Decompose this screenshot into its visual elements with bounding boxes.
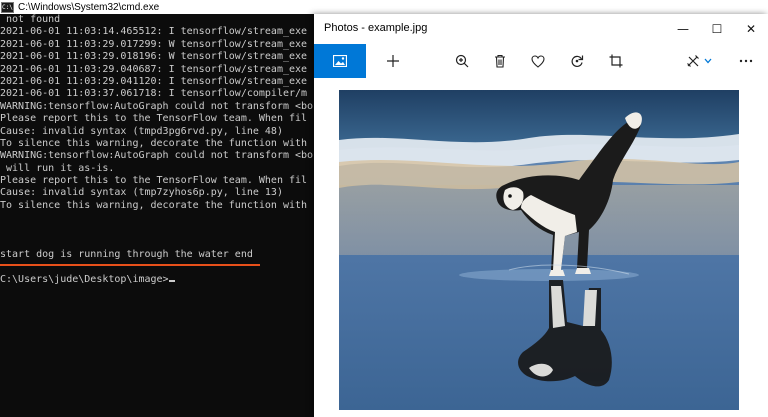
caption-underline [0,264,260,266]
delete-button[interactable] [482,44,518,78]
console-line: WARNING:tensorflow:AutoGraph could not t… [0,150,314,162]
rotate-icon [571,55,584,67]
heart-icon [531,54,545,68]
photos-titlebar[interactable]: Photos - example.jpg — ☐ ✕ [314,14,768,44]
photos-window-title: Photos - example.jpg [324,22,428,34]
more-icon [739,59,753,63]
add-button[interactable] [375,44,411,78]
console-line: WARNING:tensorflow:AutoGraph could not t… [0,100,314,112]
minimize-button[interactable]: — [666,14,700,44]
command-prompt: C:\Users\jude\Desktop\image> [0,274,169,286]
photo-image [339,90,739,410]
console-line: Please report this to the TensorFlow tea… [0,175,308,187]
rotate-button[interactable] [559,44,595,78]
more-options-button[interactable] [728,44,764,78]
console-line: 2021-06-01 11:03:37.061718: I tensorflow… [0,88,308,100]
console-line: Please report this to the TensorFlow tea… [0,113,308,125]
picture-view-button[interactable] [314,44,366,78]
console-line: 2021-06-01 11:03:29.041120: I tensorflow… [0,75,308,87]
console-line: Cause: invalid syntax (tmp7zyhos6p.py, l… [0,187,283,199]
close-button[interactable]: ✕ [734,14,768,44]
caption-result-line: start dog is running through the water e… [0,249,253,261]
console-output[interactable]: not found 2021-06-01 11:03:14.465512: I … [0,14,330,417]
text-cursor [168,280,175,283]
console-line: will run it as-is. [0,162,115,174]
plus-icon [387,55,399,67]
crop-button[interactable] [598,44,634,78]
console-line: To silence this warning, decorate the fu… [0,137,308,149]
cmd-icon: C:\ [1,1,14,13]
chevron-down-icon [704,58,712,64]
favorite-button[interactable] [520,44,556,78]
crop-icon [609,54,623,68]
trash-icon [495,54,505,68]
console-line: 2021-06-01 11:03:29.040687: I tensorflow… [0,63,308,75]
cmd-titlebar[interactable]: C:\ C:\Windows\System32\cmd.exe [0,0,768,14]
photos-toolbar [314,44,768,78]
photos-window: Photos - example.jpg — ☐ ✕ [314,14,768,417]
console-line: To silence this warning, decorate the fu… [0,199,308,211]
cmd-window-title: C:\Windows\System32\cmd.exe [18,1,160,13]
edit-tools-icon [687,55,699,67]
console-line: 2021-06-01 11:03:29.017299: W tensorflow… [0,38,308,50]
console-line: 2021-06-01 11:03:14.465512: I tensorflow… [0,26,308,38]
zoom-button[interactable] [444,44,480,78]
dog-beach-picture [339,90,739,410]
console-line: 2021-06-01 11:03:29.018196: W tensorflow… [0,51,308,63]
picture-icon [333,55,347,67]
command-prompt-line[interactable]: C:\Users\jude\Desktop\image> [0,274,330,286]
maximize-button[interactable]: ☐ [700,14,734,44]
photo-canvas[interactable] [314,78,768,417]
console-line: Cause: invalid syntax (tmpd3pg6rvd.py, l… [0,125,283,137]
zoom-in-icon [455,54,469,68]
console-line: not found [0,14,61,25]
edit-create-button[interactable] [676,44,722,78]
